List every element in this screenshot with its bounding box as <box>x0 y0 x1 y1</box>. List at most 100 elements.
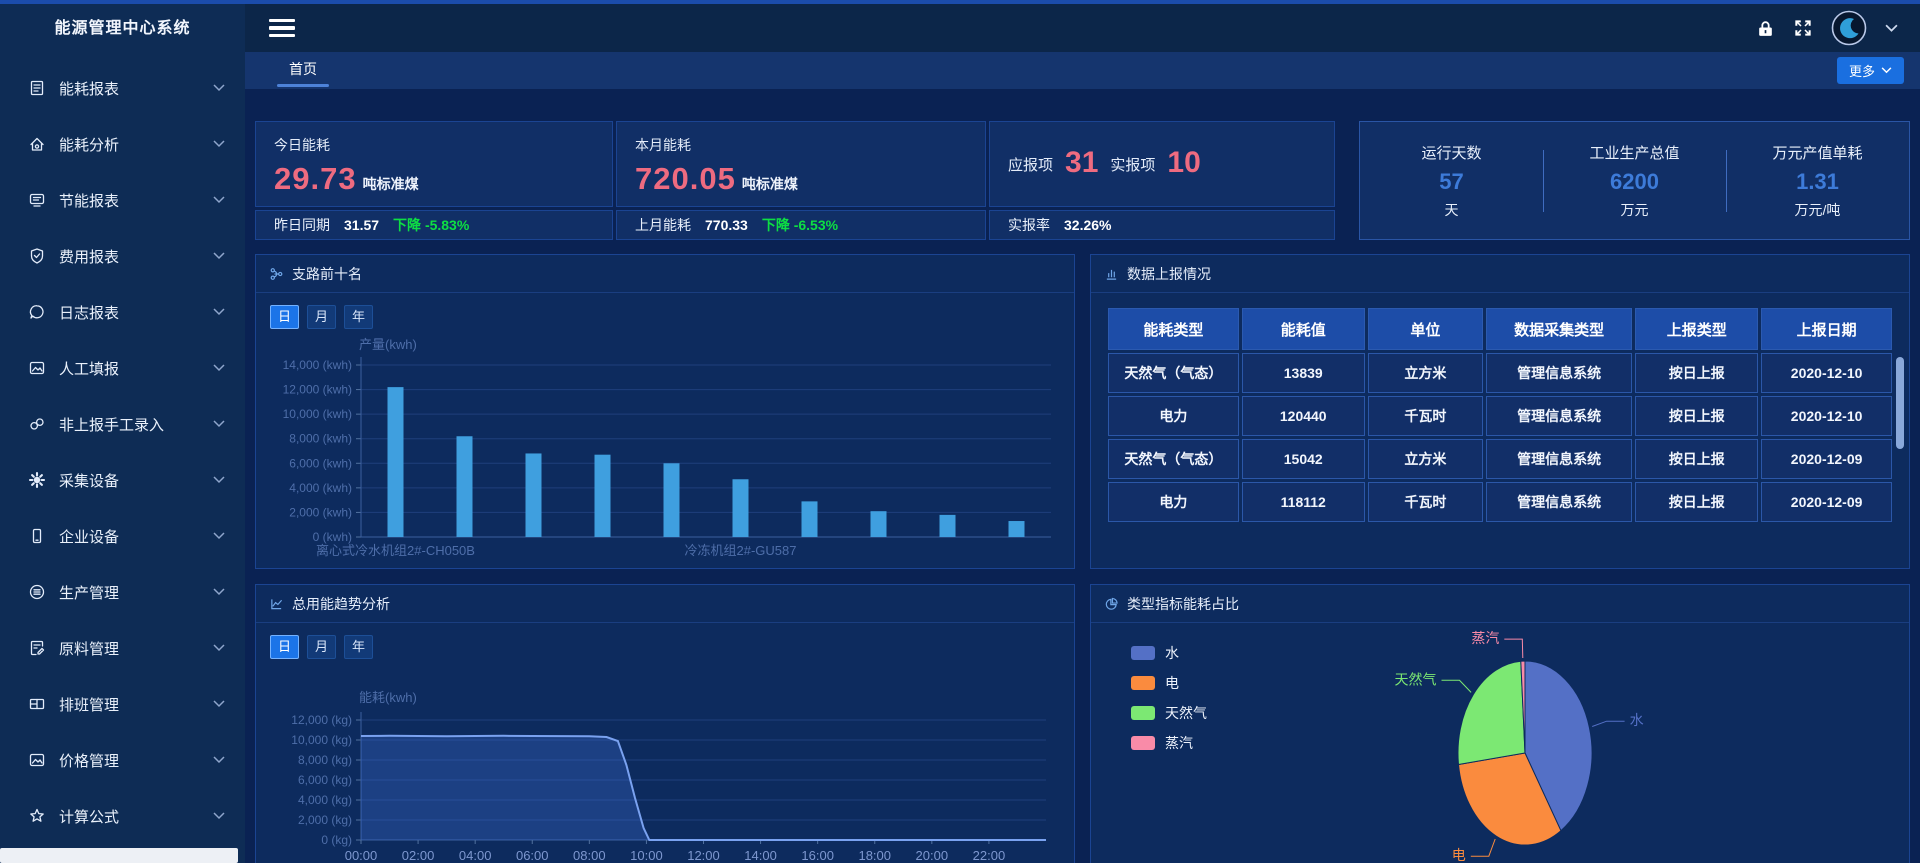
svg-text:14:00: 14:00 <box>744 848 777 863</box>
sidebar-item-label: 日志报表 <box>59 302 213 323</box>
sidebar-item-manual-entry[interactable]: 非上报手工录入 <box>0 396 245 452</box>
app-title: 能源管理中心系统 <box>0 0 245 54</box>
savings-icon <box>28 191 46 209</box>
more-button[interactable]: 更多 <box>1837 57 1904 84</box>
kpi-lastmonth-trend-label: 下降 <box>762 217 790 233</box>
trend-tab-year[interactable]: 年 <box>344 635 373 659</box>
top-branches-tab-year[interactable]: 年 <box>344 305 373 329</box>
svg-text:4,000 (kg): 4,000 (kg) <box>298 793 352 807</box>
sidebar-item-shift-mgmt[interactable]: 排班管理 <box>0 676 245 732</box>
table-cell: 2020-12-09 <box>1761 482 1892 522</box>
svg-text:08:00: 08:00 <box>573 848 606 863</box>
svg-text:12:00: 12:00 <box>687 848 720 863</box>
image-icon <box>28 751 46 769</box>
table-cell: 天然气（气态） <box>1108 439 1239 479</box>
main-column: 首页 更多 今日能耗 29.73吨标准煤 本月能耗 720.05吨标准煤 <box>245 0 1920 863</box>
trend-panel: 总用能趋势分析 日月年 0 (kg)2,000 (kg)4,000 (kg)6,… <box>255 584 1075 863</box>
table-cell: 按日上报 <box>1635 396 1758 436</box>
stat-unit: 万元 <box>1543 200 1726 220</box>
top-branches-header: 支路前十名 <box>256 255 1074 293</box>
svg-text:22:00: 22:00 <box>973 848 1006 863</box>
table-cell: 立方米 <box>1368 439 1483 479</box>
kpi-report-card: 应报项 31 实报项 10 <box>989 121 1335 207</box>
kpi-month-unit: 吨标准煤 <box>742 176 798 192</box>
svg-text:12,000 (kg): 12,000 (kg) <box>291 713 352 727</box>
chevron-down-icon <box>213 364 225 372</box>
stat-label: 运行天数 <box>1360 142 1543 163</box>
svg-text:12,000 (kwh): 12,000 (kwh) <box>283 383 352 397</box>
trend-title: 总用能趋势分析 <box>292 594 390 614</box>
charts-row-2: 总用能趋势分析 日月年 0 (kg)2,000 (kg)4,000 (kg)6,… <box>255 584 1910 863</box>
svg-text:蒸汽: 蒸汽 <box>1471 630 1499 646</box>
kpi-month-card: 本月能耗 720.05吨标准煤 <box>616 121 986 207</box>
trend-header: 总用能趋势分析 <box>256 585 1074 623</box>
svg-text:0 (kg): 0 (kg) <box>321 833 352 847</box>
sidebar-item-cost-report[interactable]: 费用报表 <box>0 228 245 284</box>
upload-chart-icon <box>1105 267 1118 281</box>
sidebar-item-label: 节能报表 <box>59 190 213 211</box>
kpi-rate-row: 实报率 32.26% <box>989 210 1335 240</box>
sidebar-item-label: 原料管理 <box>59 638 213 659</box>
table-scrollbar[interactable] <box>1896 357 1904 449</box>
svg-text:离心式冷水机组2#-CH050B: 离心式冷水机组2#-CH050B <box>316 543 475 558</box>
stat-value: 6200 <box>1543 169 1726 195</box>
sidebar-item-collect-device[interactable]: 采集设备 <box>0 452 245 508</box>
sidebar-item-log-report[interactable]: 日志报表 <box>0 284 245 340</box>
svg-text:水: 水 <box>1630 712 1644 728</box>
kpi-actual-value: 10 <box>1167 148 1200 178</box>
sidebar-item-saving-report[interactable]: 节能报表 <box>0 172 245 228</box>
top-branches-tab-day[interactable]: 日 <box>270 305 299 329</box>
table-row: 天然气（气态）15042立方米管理信息系统按日上报2020-12-09 <box>1108 439 1892 479</box>
svg-text:天然气: 天然气 <box>1395 671 1437 687</box>
sidebar-item-energy-report[interactable]: 能耗报表 <box>0 60 245 116</box>
table-header-cell: 数据采集类型 <box>1486 308 1632 350</box>
kpi-row: 今日能耗 29.73吨标准煤 本月能耗 720.05吨标准煤 应报项 31 实报… <box>255 121 1910 240</box>
report-icon <box>28 79 46 97</box>
doc-pencil-icon <box>28 639 46 657</box>
report-table-wrap: 能耗类型能耗值单位数据采集类型上报类型上报日期 天然气（气态）13839立方米管… <box>1091 293 1909 525</box>
horizontal-scrollbar[interactable] <box>0 848 238 863</box>
sidebar-item-production-mgmt[interactable]: 生产管理 <box>0 564 245 620</box>
lock-icon[interactable] <box>1756 19 1775 38</box>
table-cell: 按日上报 <box>1635 353 1758 393</box>
sidebar-item-price-mgmt[interactable]: 价格管理 <box>0 732 245 788</box>
sidebar-item-manual-fill[interactable]: 人工填报 <box>0 340 245 396</box>
sidebar-item-label: 企业设备 <box>59 526 213 547</box>
table-cell: 管理信息系统 <box>1486 396 1632 436</box>
sidebar-item-enterprise-device[interactable]: 企业设备 <box>0 508 245 564</box>
svg-text:10:00: 10:00 <box>630 848 663 863</box>
trend-tab-month[interactable]: 月 <box>307 635 336 659</box>
stat-1: 工业生产总值6200万元 <box>1543 136 1726 226</box>
kpi-yesterday-trend-value: -5.83% <box>425 217 469 233</box>
trend-tabs: 日月年 <box>270 635 1074 659</box>
chevron-down-icon <box>213 700 225 708</box>
chat-icon <box>28 303 46 321</box>
topbar-actions <box>1756 10 1898 46</box>
stat-0: 运行天数57天 <box>1360 136 1543 226</box>
sidebar-menu: 能耗报表能耗分析节能报表费用报表日志报表人工填报非上报手工录入采集设备企业设备生… <box>0 54 245 844</box>
table-cell: 天然气（气态） <box>1108 353 1239 393</box>
trend-tab-day[interactable]: 日 <box>270 635 299 659</box>
sidebar-item-label: 能耗报表 <box>59 78 213 99</box>
sidebar: 能源管理中心系统 能耗报表能耗分析节能报表费用报表日志报表人工填报非上报手工录入… <box>0 0 245 863</box>
svg-text:产量(kwh): 产量(kwh) <box>359 337 417 352</box>
table-cell: 千瓦时 <box>1368 396 1483 436</box>
branch-icon <box>270 267 283 281</box>
report-status-panel: 数据上报情况 能耗类型能耗值单位数据采集类型上报类型上报日期 天然气（气态）13… <box>1090 254 1910 569</box>
chevron-down-icon <box>213 588 225 596</box>
menu-toggle-button[interactable] <box>269 19 295 37</box>
top-branches-title: 支路前十名 <box>292 264 362 284</box>
line-chart-icon <box>270 597 283 611</box>
chevron-down-icon[interactable] <box>1885 24 1898 33</box>
sidebar-item-material-mgmt[interactable]: 原料管理 <box>0 620 245 676</box>
top-branches-tabs: 日月年 <box>270 305 1074 329</box>
chevron-down-icon <box>213 812 225 820</box>
user-avatar[interactable] <box>1831 10 1867 46</box>
sidebar-item-energy-analysis[interactable]: 能耗分析 <box>0 116 245 172</box>
sidebar-item-formula[interactable]: 计算公式 <box>0 788 245 844</box>
fullscreen-icon[interactable] <box>1793 18 1813 38</box>
layout-icon <box>28 695 46 713</box>
top-branches-tab-month[interactable]: 月 <box>307 305 336 329</box>
tab-home[interactable]: 首页 <box>285 52 321 89</box>
kpi-month-label: 本月能耗 <box>635 135 967 155</box>
